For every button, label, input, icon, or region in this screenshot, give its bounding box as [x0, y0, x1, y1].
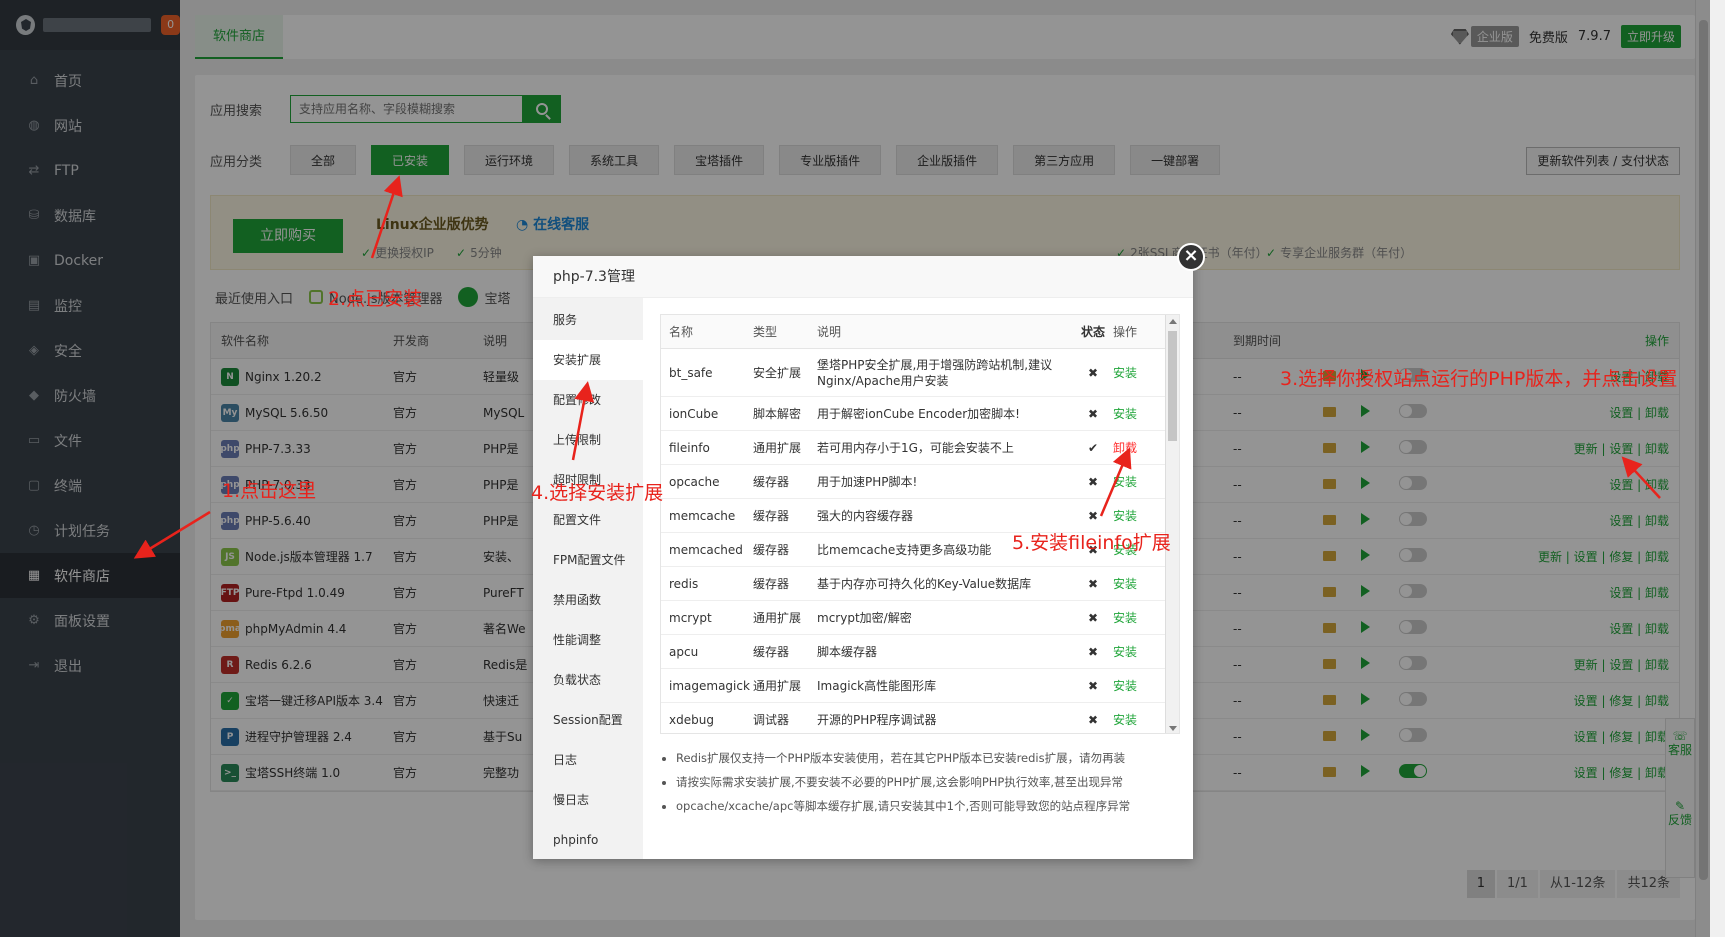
ext-type: 缓存器 [753, 577, 790, 591]
close-icon[interactable]: × [1177, 243, 1205, 271]
extension-notes: Redis扩展仅支持一个PHP版本安装使用，若在其它PHP版本已安装redis扩… [660, 746, 1180, 818]
ext-type: 缓存器 [753, 475, 790, 489]
extension-scrollbar[interactable] [1165, 315, 1179, 733]
ext-action-button[interactable]: 安装 [1113, 643, 1163, 660]
dialog-nav-item[interactable]: Session配置 [533, 700, 643, 740]
annotation-step-2: 2.点已安装 [328, 288, 423, 310]
annotation-step-5: 5.安装fileinfo扩展 [1012, 532, 1171, 554]
extension-row: ionCube 脚本解密 用于解密ionCube Encoder加密脚本! ✖ 安装 [661, 397, 1179, 431]
scroll-up-icon[interactable] [1169, 319, 1177, 324]
extension-row: xdebug 调试器 开源的PHP程序调试器 ✖ 安装 [661, 703, 1179, 733]
dialog-nav-item[interactable]: 配置文件 [533, 500, 643, 540]
extension-scroll-thumb[interactable] [1168, 331, 1177, 441]
dialog-title: php-7.3管理 [533, 256, 1193, 298]
ext-status: ✖ [1087, 474, 1099, 489]
dialog-nav-item[interactable]: phpinfo [533, 820, 643, 860]
ext-desc: mcrypt加密/解密 [817, 610, 912, 625]
ext-action-button[interactable]: 安装 [1113, 507, 1163, 524]
ext-name: ionCube [669, 406, 719, 421]
dialog-nav-item[interactable]: 配置修改 [533, 380, 643, 420]
ext-header-status: 状态 [1080, 325, 1105, 339]
ext-desc: 用于加速PHP脚本! [817, 474, 918, 489]
ext-status: ✖ [1087, 406, 1099, 421]
ext-status: ✖ [1087, 610, 1099, 625]
ext-header-desc: 说明 [817, 324, 842, 339]
ext-action-button[interactable]: 安装 [1113, 364, 1163, 381]
ext-status: ✖ [1087, 644, 1099, 659]
annotation-step-1: 1.点击这里 [222, 480, 317, 502]
ext-action-button[interactable]: 安装 [1113, 609, 1163, 626]
dialog-nav-item[interactable]: 慢日志 [533, 780, 643, 820]
ext-type: 缓存器 [753, 509, 790, 523]
dialog-nav: 服务 安装扩展 配置修改 上传限制 超时限制 配置文件 FPM配置文件 禁用函数 性能调整 负载状… [533, 298, 643, 859]
ext-desc: 开源的PHP程序调试器 [817, 712, 937, 727]
ext-desc: 若可用内存小于1G，可能会安装不上 [817, 440, 1014, 455]
ext-type: 缓存器 [753, 645, 790, 659]
note-item: Redis扩展仅支持一个PHP版本安装使用，若在其它PHP版本已安装redis扩… [676, 746, 1180, 770]
dialog-body: 名称 类型 说明 状态 操作 bt_safe 安全扩展 堡塔PHP安全扩展,用于增强… [660, 314, 1180, 818]
ext-type: 通用扩展 [753, 611, 802, 625]
extension-row: imagemagick 通用扩展 Imagick高性能图形库 ✖ 安装 [661, 669, 1179, 703]
ext-name: xdebug [669, 712, 714, 727]
extension-row: bt_safe 安全扩展 堡塔PHP安全扩展,用于增强防跨站机制,建议Nginx/A… [661, 349, 1179, 397]
ext-action-button[interactable]: 安装 [1113, 575, 1163, 592]
dialog-nav-item[interactable]: 禁用函数 [533, 580, 643, 620]
ext-action-button[interactable]: 安装 [1113, 711, 1163, 728]
ext-name: mcrypt [669, 610, 712, 625]
ext-type: 通用扩展 [753, 679, 802, 693]
extension-row: opcache 缓存器 用于加速PHP脚本! ✖ 安装 [661, 465, 1179, 499]
ext-status: ✔ [1087, 440, 1099, 455]
ext-status: ✖ [1087, 678, 1099, 693]
ext-desc: 堡塔PHP安全扩展,用于增强防跨站机制,建议Nginx/Apache用户安装 [817, 357, 1053, 388]
annotation-step-4: 4.选择安装扩展 [531, 482, 664, 504]
ext-type: 通用扩展 [753, 441, 802, 455]
ext-desc: 强大的内容缓存器 [817, 508, 914, 523]
ext-type: 调试器 [753, 713, 790, 727]
ext-name: bt_safe [669, 365, 713, 380]
ext-type: 安全扩展 [753, 366, 802, 380]
ext-action-button[interactable]: 安装 [1113, 405, 1163, 422]
ext-status: ✖ [1087, 508, 1099, 523]
ext-name: memcached [669, 542, 743, 557]
ext-name: opcache [669, 474, 720, 489]
dialog-nav-item[interactable]: 负载状态 [533, 660, 643, 700]
ext-name: redis [669, 576, 699, 591]
dialog-nav-item[interactable]: 日志 [533, 740, 643, 780]
ext-name: memcache [669, 508, 736, 523]
ext-status: ✖ [1087, 712, 1099, 727]
scroll-down-icon[interactable] [1169, 726, 1177, 731]
ext-status: ✖ [1087, 365, 1099, 380]
ext-desc: Imagick高性能图形库 [817, 678, 937, 693]
extension-table-header: 名称 类型 说明 状态 操作 [661, 315, 1179, 349]
extension-row: fileinfo 通用扩展 若可用内存小于1G，可能会安装不上 ✔ 卸载 [661, 431, 1179, 465]
extension-table: 名称 类型 说明 状态 操作 bt_safe 安全扩展 堡塔PHP安全扩展,用于增强… [660, 314, 1180, 734]
ext-action-button[interactable]: 卸载 [1113, 439, 1163, 456]
ext-desc: 用于解密ionCube Encoder加密脚本! [817, 406, 1020, 421]
php-manage-dialog: php-7.3管理 服务 安装扩展 配置修改 上传限制 超时限制 配置文件 FPM配置文件禁… [533, 256, 1193, 859]
extension-row: redis 缓存器 基于内存亦可持久化的Key-Value数据库 ✖ 安装 [661, 567, 1179, 601]
ext-action-button[interactable]: 安装 [1113, 677, 1163, 694]
dialog-nav-item[interactable]: 性能调整 [533, 620, 643, 660]
ext-header-op: 操作 [1113, 325, 1138, 339]
ext-status: ✖ [1087, 576, 1099, 591]
ext-header-type: 类型 [753, 325, 778, 339]
extension-row: apcu 缓存器 脚本缓存器 ✖ 安装 [661, 635, 1179, 669]
dialog-nav-item[interactable]: 服务 [533, 300, 643, 340]
ext-header-name: 名称 [669, 325, 694, 339]
ext-action-button[interactable]: 安装 [1113, 473, 1163, 490]
extension-row: mcrypt 通用扩展 mcrypt加密/解密 ✖ 安装 [661, 601, 1179, 635]
ext-type: 脚本解密 [753, 407, 802, 421]
dialog-nav-item[interactable]: 上传限制 [533, 420, 643, 460]
ext-name: apcu [669, 644, 699, 659]
dialog-nav-item[interactable]: FPM配置文件 [533, 540, 643, 580]
ext-name: fileinfo [669, 440, 710, 455]
ext-desc: 基于内存亦可持久化的Key-Value数据库 [817, 576, 1032, 591]
ext-desc: 脚本缓存器 [817, 644, 878, 659]
dialog-nav-item[interactable]: 安装扩展 [533, 340, 643, 380]
annotation-step-3: 3.选择你授权站点运行的PHP版本，并点击设置 [1280, 368, 1678, 390]
note-item: opcache/xcache/apc等脚本缓存扩展,请只安装其中1个,否则可能导… [676, 794, 1180, 818]
note-item: 请按实际需求安装扩展,不要安装不必要的PHP扩展,这会影响PHP执行效率,甚至出… [676, 770, 1180, 794]
ext-name: imagemagick [669, 678, 750, 693]
ext-type: 缓存器 [753, 543, 790, 557]
